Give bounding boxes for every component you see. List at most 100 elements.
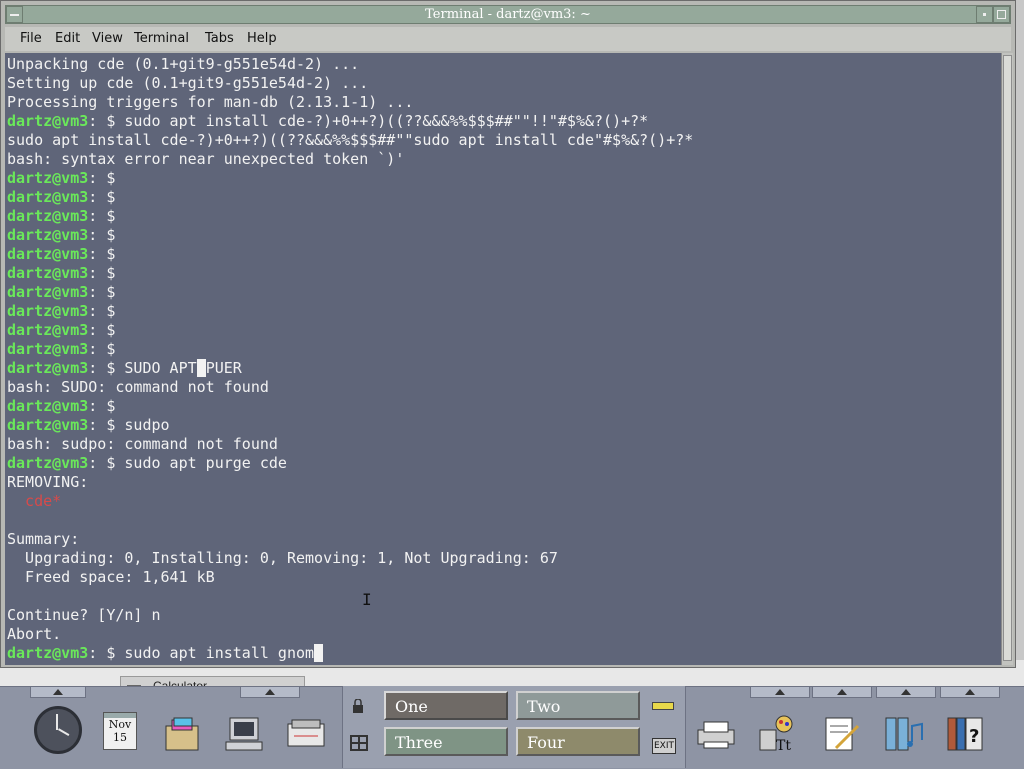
workspace-one-button[interactable]: One [384,691,508,720]
terminal-output-line: Setting up cde (0.1+git9-g551e54d-2) ... [7,74,369,92]
file-manager-icon[interactable] [160,712,204,756]
workspace-grid-icon[interactable] [350,735,368,751]
terminal-output-line: sudo apt install cde-?)+0++?)((??&&&%%$$… [7,131,694,149]
prompt-user: dartz@vm3 [7,416,89,434]
exit-button[interactable]: EXIT [652,738,676,754]
prompt-user: dartz@vm3 [7,359,89,377]
terminal-window[interactable]: Terminal - dartz@vm3: ~ File Edit View T… [0,0,1016,668]
text-cursor-icon: I [362,590,372,609]
calendar-month: Nov [108,718,132,731]
prompt-user: dartz@vm3 [7,207,89,225]
clock-subpanel-arrow[interactable] [30,686,86,698]
command-text: sudo apt install cde-?)+0++?)((??&&&%%$$… [124,112,649,130]
app-subpanel-arrow[interactable] [876,686,936,698]
terminal-output-line: Abort. [7,625,62,643]
prompt-user: dartz@vm3 [7,264,89,282]
prompt-suffix: : $ [88,302,125,320]
terminal-prompt-line: dartz@vm3: $ [7,188,124,207]
terminal-output[interactable]: Unpacking cde (0.1+git9-g551e54d-2) ... S… [5,53,1001,665]
prompt-suffix: : $ [88,169,125,187]
terminal-prompt-line: dartz@vm3: $ [7,264,124,283]
command-text: sudo apt purge cde [124,454,287,472]
mailer-icon[interactable] [284,712,328,756]
terminal-prompt-line: dartz@vm3: $ SUDO APT PUER [7,359,242,378]
calendar-icon[interactable]: Nov 15 [103,712,137,750]
terminal-prompt-line: dartz@vm3: $ [7,283,124,302]
calendar-day: 15 [113,731,127,744]
command-text: sudpo [124,416,170,434]
command-text: SUDO APT [124,359,197,377]
terminal-output-line: Freed space: 1,641 kB [7,568,215,586]
svg-text:?: ? [969,726,979,747]
terminal-output-line: bash: SUDO: command not found [7,378,269,396]
terminal-output-line: Continue? [Y/n] n [7,606,161,624]
terminal-output-line: Summary: [7,530,80,548]
terminal-output-line: cde* [7,492,62,510]
help-manager-icon[interactable]: ? [944,712,988,756]
app-manager-icon[interactable] [882,712,926,756]
terminal-prompt-line: dartz@vm3: $ [7,321,124,340]
prompt-suffix: : $ [88,207,125,225]
prompt-suffix: : $ [88,321,125,339]
terminal-prompt-line: dartz@vm3: $ [7,226,124,245]
vertical-scrollbar[interactable] [1001,53,1013,665]
prompt-suffix: : $ [88,644,125,662]
prompt-suffix: : $ [88,188,125,206]
window-title: Terminal - dartz@vm3: ~ [425,7,591,22]
workspace-four-button[interactable]: Four [516,727,640,756]
prompt-user: dartz@vm3 [7,397,89,415]
menu-file[interactable]: File [20,31,42,46]
clock-icon[interactable] [34,706,82,754]
prompt-user: dartz@vm3 [7,226,89,244]
style-subpanel-arrow[interactable] [812,686,872,698]
prompt-suffix: : $ [88,264,125,282]
terminal-output-line: bash: syntax error near unexpected token… [7,150,405,168]
minimize-button[interactable] [976,6,993,23]
menu-edit[interactable]: Edit [55,31,80,46]
prompt-suffix: : $ [88,283,125,301]
prompt-suffix: : $ [88,454,125,472]
prompt-user: dartz@vm3 [7,302,89,320]
prompt-user: dartz@vm3 [7,112,89,130]
prompt-user: dartz@vm3 [7,283,89,301]
terminal-cursor [196,359,206,377]
style-manager-icon[interactable]: Tt [754,712,798,756]
prompt-user: dartz@vm3 [7,169,89,187]
prompt-user: dartz@vm3 [7,245,89,263]
terminal-output-line: Upgrading: 0, Installing: 0, Removing: 1… [7,549,558,567]
text-editor-icon[interactable] [820,712,864,756]
menu-terminal[interactable]: Terminal [134,31,189,46]
help-subpanel-arrow[interactable] [940,686,1000,698]
terminal-cursor [314,644,324,662]
prompt-suffix: : $ [88,112,125,130]
terminal-prompt-line: dartz@vm3: $ [7,169,124,188]
workspace-three-button[interactable]: Three [384,727,508,756]
terminal-prompt-line: dartz@vm3: $ [7,340,124,359]
terminal-output-line: bash: sudpo: command not found [7,435,278,453]
terminal-prompt-line: dartz@vm3: $ sudo apt install gnom [7,644,324,663]
terminal-output-line: Processing triggers for man-db (2.13.1-1… [7,93,414,111]
menu-view[interactable]: View [92,31,123,46]
menu-help[interactable]: Help [247,31,277,46]
printer-subpanel-arrow[interactable] [750,686,810,698]
prompt-suffix: : $ [88,359,125,377]
maximize-button[interactable] [993,6,1010,23]
prompt-user: dartz@vm3 [7,321,89,339]
terminal-icon[interactable] [222,712,266,756]
svg-text:Tt: Tt [776,738,791,754]
prompt-suffix: : $ [88,416,125,434]
terminal-prompt-line: dartz@vm3: $ [7,397,124,416]
terminal-prompt-line: dartz@vm3: $ sudpo [7,416,170,435]
menu-tabs[interactable]: Tabs [205,31,234,46]
prompt-suffix: : $ [88,245,125,263]
subpanel-arrow[interactable] [240,686,300,698]
printer-icon[interactable] [694,712,738,756]
scrollbar-thumb[interactable] [1003,55,1012,661]
command-text: sudo apt install gnom [124,644,315,662]
title-bar[interactable]: Terminal - dartz@vm3: ~ [5,5,1011,24]
prompt-user: dartz@vm3 [7,188,89,206]
lock-icon[interactable] [352,699,364,713]
workspace-two-button[interactable]: Two [516,691,640,720]
prompt-user: dartz@vm3 [7,644,89,662]
terminal-prompt-line: dartz@vm3: $ sudo apt purge cde [7,454,287,473]
